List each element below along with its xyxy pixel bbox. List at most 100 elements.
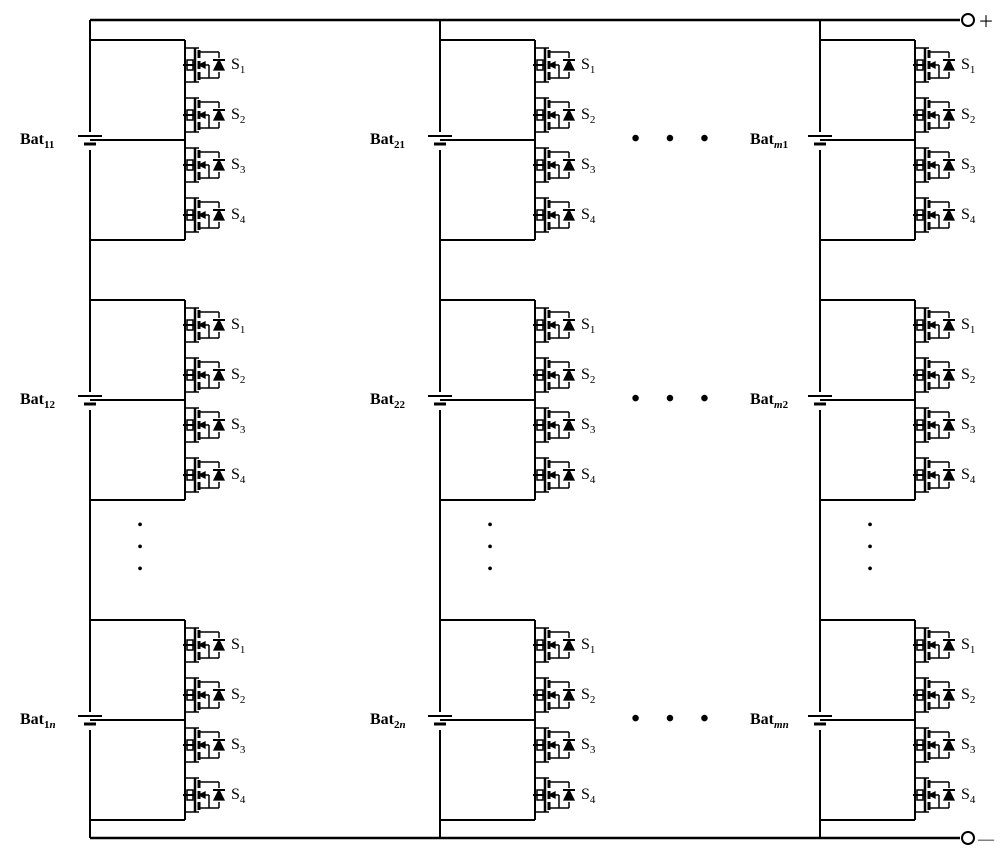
mosfet-icon [533, 90, 575, 140]
mosfet-icon [183, 450, 225, 500]
mosfet-icon [533, 670, 575, 720]
mosfet-icon [913, 190, 955, 240]
power-module: Batm1 S1 S2 S3 S4 [750, 40, 976, 240]
mosfet-icon [533, 770, 575, 820]
switch-label: S4 [581, 466, 596, 486]
terminal-minus: — [977, 831, 995, 848]
mosfet-icon [183, 670, 225, 720]
mosfet-icon [533, 620, 575, 670]
switch-label: S1 [961, 636, 975, 656]
switch-label: S1 [231, 316, 245, 336]
switch-label: S4 [231, 786, 246, 806]
mosfet-icon [913, 450, 955, 500]
mosfet-icon [183, 350, 225, 400]
switch-label: S2 [581, 686, 595, 706]
switch-label: S3 [581, 156, 596, 176]
ellipsis-v: • [867, 517, 873, 534]
switch-label: S4 [581, 786, 596, 806]
switch-label: S1 [961, 56, 975, 76]
power-module: Bat2n S1 S2 S3 S4 [370, 620, 596, 820]
power-module: Bat22 S1 S2 S3 S4 [370, 300, 596, 500]
mosfet-icon [913, 350, 955, 400]
ellipsis-h: • • • [631, 126, 718, 152]
switch-label: S1 [581, 316, 595, 336]
switch-label: S1 [581, 636, 595, 656]
switch-label: S2 [581, 366, 595, 386]
mosfet-icon [913, 720, 955, 770]
mosfet-icon [913, 670, 955, 720]
switch-label: S3 [961, 156, 976, 176]
switch-label: S3 [581, 736, 596, 756]
mosfet-icon [533, 140, 575, 190]
mosfet-icon [183, 400, 225, 450]
battery-label: Batm1 [750, 131, 788, 151]
mosfet-icon [183, 720, 225, 770]
switch-label: S1 [231, 56, 245, 76]
switch-label: S3 [961, 416, 976, 436]
mosfet-icon [183, 90, 225, 140]
battery-label: Bat11 [20, 131, 54, 151]
mosfet-icon [183, 40, 225, 90]
mosfet-icon [913, 90, 955, 140]
mosfet-icon [913, 300, 955, 350]
ellipsis-v: • [137, 517, 143, 534]
mosfet-icon [183, 190, 225, 240]
ellipsis-v: • [487, 561, 493, 578]
switch-label: S2 [961, 366, 975, 386]
switch-label: S4 [581, 206, 596, 226]
mosfet-icon [533, 40, 575, 90]
mosfet-icon [183, 770, 225, 820]
switch-label: S4 [961, 786, 976, 806]
battery-label: Bat21 [370, 131, 405, 151]
mosfet-icon [533, 300, 575, 350]
mosfet-icon [183, 140, 225, 190]
switch-label: S2 [961, 106, 975, 126]
ellipsis-v: • [487, 517, 493, 534]
ellipsis-v: • [137, 561, 143, 578]
power-module: Batmn S1 S2 S3 S4 [750, 620, 976, 820]
mosfet-icon [533, 400, 575, 450]
power-module: Bat1n S1 S2 S3 S4 [20, 620, 246, 820]
switch-label: S2 [231, 106, 245, 126]
mosfet-icon [533, 350, 575, 400]
battery-label: Bat22 [370, 391, 406, 411]
power-module: Bat11S1S2S3S4 [20, 40, 246, 240]
power-module: Bat12 S1 S2 S3 S4 [20, 300, 246, 500]
switch-label: S2 [961, 686, 975, 706]
mosfet-icon [913, 620, 955, 670]
switch-label: S3 [231, 416, 246, 436]
switch-label: S4 [961, 466, 976, 486]
mosfet-icon [533, 720, 575, 770]
switch-label: S2 [231, 686, 245, 706]
mosfet-icon [183, 300, 225, 350]
mosfet-icon [183, 620, 225, 670]
switch-label: S3 [231, 736, 246, 756]
switch-label: S1 [961, 316, 975, 336]
switch-label: S4 [961, 206, 976, 226]
mosfet-icon [913, 140, 955, 190]
ellipsis-v: • [867, 539, 873, 556]
battery-label: Batmn [750, 711, 789, 731]
mosfet-icon [913, 770, 955, 820]
ellipsis-v: • [487, 539, 493, 556]
circuit-diagram: ＋—Bat11S1S2S3S4Bat12S1S2S3S4Bat1nS1S2S3S… [0, 0, 1000, 865]
battery-label: Bat12 [20, 391, 56, 411]
mosfet-icon [913, 40, 955, 90]
battery-label: Bat2n [370, 711, 406, 731]
switch-label: S3 [581, 416, 596, 436]
power-module: Batm2 S1 S2 S3 S4 [750, 300, 976, 500]
switch-label: S2 [231, 366, 245, 386]
mosfet-icon [533, 190, 575, 240]
mosfet-icon [533, 450, 575, 500]
switch-label: S3 [961, 736, 976, 756]
power-module: Bat21 S1 S2 S3 S4 [370, 40, 596, 240]
ellipsis-v: • [137, 539, 143, 556]
battery-label: Batm2 [750, 391, 789, 411]
switch-label: S2 [581, 106, 595, 126]
switch-label: S4 [231, 206, 246, 226]
switch-label: S4 [231, 466, 246, 486]
ellipsis-h: • • • [631, 706, 718, 732]
switch-label: S1 [231, 636, 245, 656]
switch-label: S1 [581, 56, 595, 76]
battery-label: Bat1n [20, 711, 56, 731]
